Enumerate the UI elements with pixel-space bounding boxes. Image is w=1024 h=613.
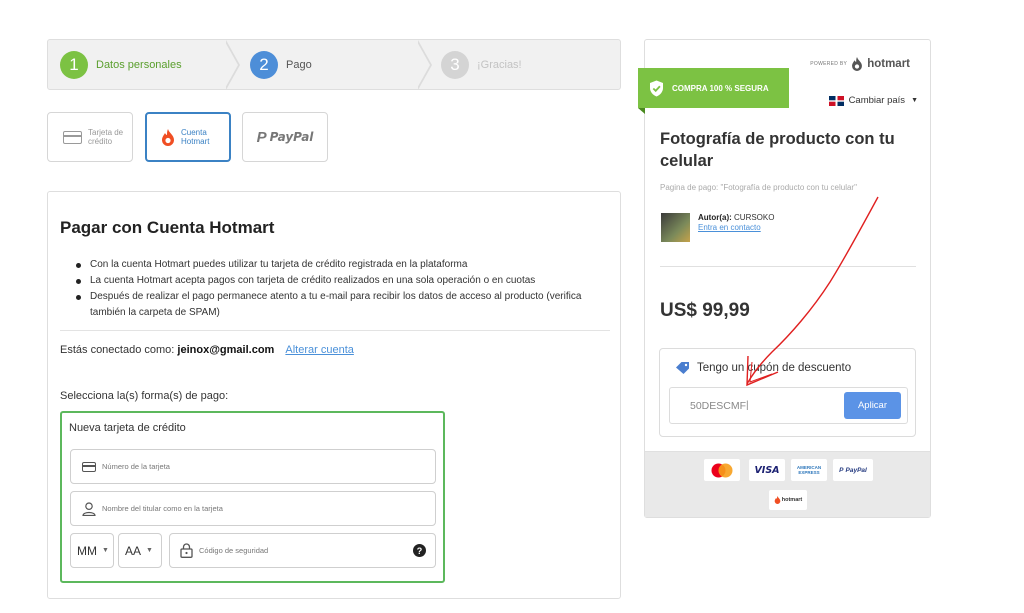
method-label-line: Hotmart [181,137,210,146]
text-cursor: | [746,400,749,411]
connected-prefix: Estás conectado como: [60,344,175,356]
cardholder-name-field[interactable]: Nombre del titular como en la tarjeta [70,491,436,526]
badge-fold [638,108,645,114]
secure-badge-text: COMPRA 100 % SEGURA [672,83,769,93]
step-number: 1 [60,50,88,79]
secure-purchase-badge: COMPRA 100 % SEGURA [638,68,789,108]
expiry-year-value: AA [125,543,142,558]
coupon-box: Tengo un cupón de descuento 50DESCMF | A… [659,348,916,437]
connected-as: Estás conectado como: jeinox@gmail.com A… [60,344,354,356]
paypal-logo: P PayPal [833,459,873,481]
hotmart-logo: hotmart [769,490,807,510]
change-country-dropdown[interactable]: Cambiar país ▼ [828,95,918,106]
hotmart-logo-text: hotmart [867,58,910,70]
amex-logo: AMERICAN EXPRESS [791,459,827,481]
paypal-logo-text: PayPal [269,130,314,144]
price: US$ 99,99 [660,300,750,321]
method-credit-card-tab[interactable]: Tarjeta de crédito [47,112,133,162]
change-account-link[interactable]: Alterar cuenta [285,344,353,356]
checkout-stepper: 1 Datos personales 2 Pago 3 ¡Gracias! [47,39,621,90]
step-number: 2 [250,50,278,79]
hotmart-flame-icon [852,57,863,71]
new-credit-card-option[interactable]: Nueva tarjeta de crédito Número de la ta… [60,411,445,583]
expiry-year-select[interactable]: AA ▼ [118,533,162,568]
step-number: 3 [441,50,469,79]
step-payment: 2 Pago [250,40,312,89]
lock-icon [180,543,193,558]
paypal-icon: P [839,466,844,474]
product-thumbnail [661,213,690,242]
info-item: La cuenta Hotmart acepta pagos con tarje… [76,273,616,289]
shield-check-icon [650,80,663,96]
hotmart-flame-icon [162,128,174,146]
info-list: Con la cuenta Hotmart puedes utilizar tu… [76,257,616,321]
paypal-logo-text: PayPal [845,466,867,474]
method-label: Tarjeta de crédito [88,128,123,146]
info-item: Después de realizar el pago permanece at… [76,289,616,321]
coupon-input-value: 50DESCMF [690,399,747,412]
divider [660,266,916,267]
mastercard-icon [711,463,733,477]
method-label-line: Tarjeta de [88,128,124,137]
new-card-title: Nueva tarjeta de crédito [69,422,186,434]
step-thanks: 3 ¡Gracias! [441,40,522,89]
mastercard-logo [704,459,740,481]
author-info: Autor(a): CURSOKO Entra en contacto [698,213,774,233]
hotmart-logo-text: hotmart [781,497,803,503]
coupon-toggle[interactable]: Tengo un cupón de descuento [675,361,851,374]
credit-card-icon [82,461,96,472]
method-label: Cuenta Hotmart [181,128,209,146]
contact-link[interactable]: Entra en contacto [698,223,774,233]
cardholder-placeholder: Nombre del titular como en la tarjeta [102,504,223,513]
help-icon[interactable]: ? [413,544,426,557]
step-label: ¡Gracias! [477,58,522,71]
order-summary: POWERED BY hotmart COMPRA 100 % SEGURA C… [638,39,931,518]
method-label-line: crédito [88,137,113,146]
info-item: Con la cuenta Hotmart puedes utilizar tu… [76,257,616,273]
step-label: Pago [286,58,312,71]
coupon-label: Tengo un cupón de descuento [697,361,852,374]
step-separator-inner [224,40,238,89]
product-title: Fotografía de producto con tu celular [660,130,895,170]
payment-selection-label: Selecciona la(s) forma(s) de pago: [60,390,229,402]
amex-line: EXPRESS [798,470,820,475]
powered-by-label: POWERED BY [810,61,848,67]
method-hotmart-account-tab[interactable]: Cuenta Hotmart [145,112,231,162]
author-label: Autor(a): [698,213,732,222]
caret-down-icon: ▼ [911,97,918,104]
security-code-field[interactable]: Código de seguridad ? [169,533,436,568]
coupon-input[interactable]: 50DESCMF | Aplicar [669,387,908,424]
author-name: CURSOKO [734,213,775,222]
user-icon [82,501,96,516]
paypal-icon: P [256,128,267,146]
divider [60,330,610,331]
expiry-month-value: MM [77,543,97,558]
hotmart-flame-icon [774,496,781,504]
panel-title: Pagar con Cuenta Hotmart [60,218,275,237]
security-code-placeholder: Código de seguridad [199,546,269,555]
credit-card-icon [63,130,82,144]
step-personal-data[interactable]: 1 Datos personales [60,40,182,89]
visa-logo: VISA [749,459,785,481]
caret-down-icon: ▼ [102,547,109,554]
expiry-month-select[interactable]: MM ▼ [70,533,114,568]
method-paypal-tab[interactable]: P PayPal [242,112,328,162]
hotmart-payment-panel: Pagar con Cuenta Hotmart Con la cuenta H… [47,191,621,599]
payment-logos: VISA AMERICAN EXPRESS P PayPal hotmart [645,451,930,517]
card-number-placeholder: Número de la tarjeta [102,462,170,471]
change-country-label: Cambiar país [848,95,906,106]
tag-icon [676,362,689,374]
powered-by-hotmart: POWERED BY hotmart [810,57,910,71]
connected-email: jeinox@gmail.com [177,344,275,356]
page-description: Pagina de pago: "Fotografía de producto … [660,183,857,192]
caret-down-icon: ▼ [146,547,153,554]
apply-coupon-button[interactable]: Aplicar [844,392,901,419]
card-number-field[interactable]: Número de la tarjeta [70,449,436,484]
method-label-line: Cuenta [181,128,207,137]
step-separator-inner [416,40,430,89]
step-label: Datos personales [96,58,182,71]
flag-icon [828,95,844,106]
